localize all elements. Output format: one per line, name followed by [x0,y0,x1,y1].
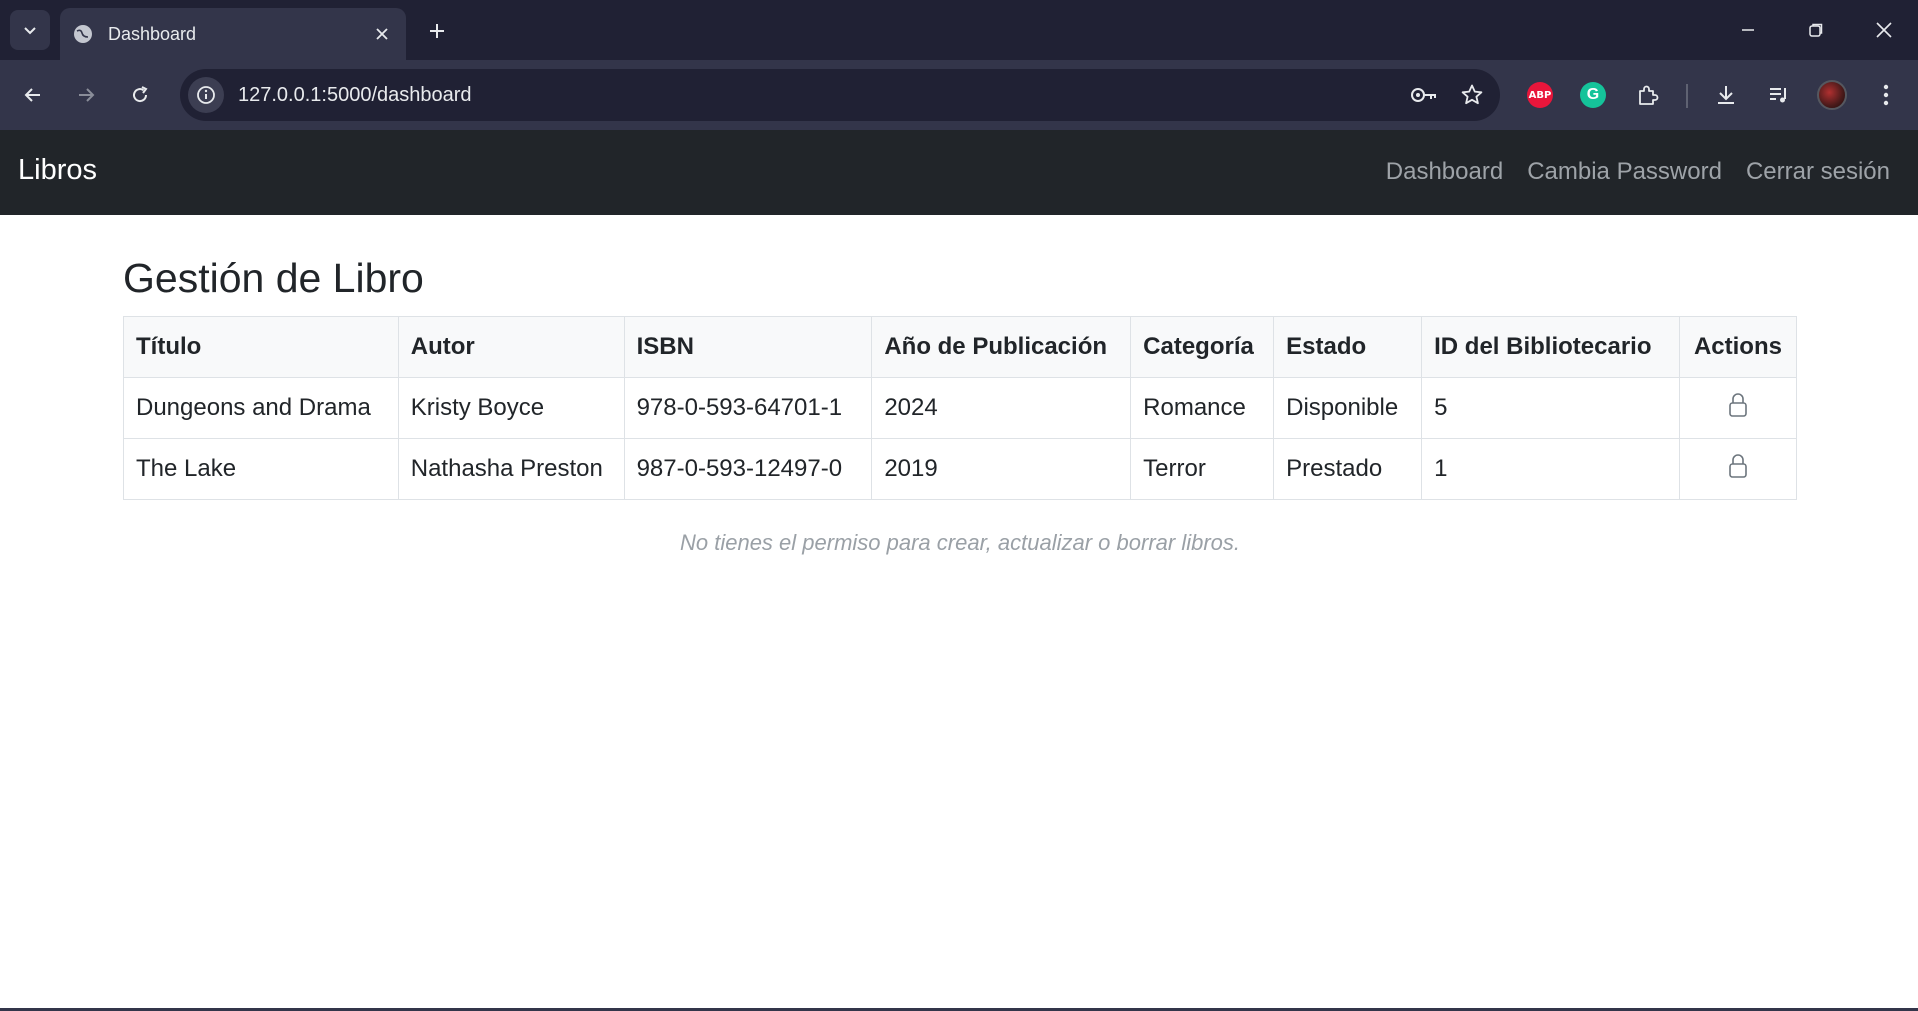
cell-librarian-id: 5 [1421,377,1680,439]
cell-year: 2024 [871,377,1132,439]
address-bar[interactable]: 127.0.0.1:5000/dashboard [180,69,1500,121]
minimize-icon [1742,29,1754,31]
nav-link-change-password[interactable]: Cambia Password [1527,158,1722,186]
close-tab-icon[interactable] [370,22,394,46]
new-tab-button[interactable] [420,14,454,48]
extensions-button[interactable] [1628,75,1668,115]
arrow-left-icon [24,88,40,102]
adblock-extension-button[interactable]: ABP [1520,75,1560,115]
avatar [1817,80,1847,110]
table-header-row: Título Autor ISBN Año de Publicación Cat… [123,316,1798,378]
cell-isbn: 978-0-593-64701-1 [623,377,873,439]
lock-icon [1728,392,1748,418]
tab-title: Dashboard [108,23,197,44]
puzzle-icon [1639,85,1659,105]
download-icon [1718,86,1734,104]
navbar-brand[interactable]: Libros [18,154,97,187]
cell-category: Romance [1130,377,1275,439]
page-title: Gestión de Libro [123,255,424,301]
column-header-isbn: ISBN [623,316,873,378]
cell-librarian-id: 1 [1421,438,1680,500]
column-header-status: Estado [1273,316,1423,378]
playlist-icon [1770,88,1786,103]
media-controls-button[interactable] [1759,75,1799,115]
restore-button[interactable] [1794,8,1838,52]
browser-menu-button[interactable] [1866,75,1906,115]
plus-icon [430,24,444,38]
main-content: Gestión de Libro Título Autor ISBN Año d… [123,215,1798,556]
cell-year: 2019 [871,438,1132,500]
cell-category: Terror [1130,438,1275,500]
browser-tabstrip: Dashboard [0,0,1918,60]
close-window-button[interactable] [1862,8,1906,52]
more-vertical-icon [1883,84,1889,106]
globe-icon [72,23,94,45]
profile-button[interactable] [1812,75,1852,115]
site-info-button[interactable] [188,77,224,113]
chevron-down-icon [24,27,36,35]
minimize-button[interactable] [1726,8,1770,52]
grammarly-icon: G [1580,82,1606,108]
adblock-icon: ABP [1527,82,1553,108]
cell-actions [1678,438,1798,500]
column-header-title: Título [123,316,399,378]
column-header-year: Año de Publicación [871,316,1132,378]
browser-toolbar: 127.0.0.1:5000/dashboard ABP G [0,60,1918,130]
downloads-button[interactable] [1706,75,1746,115]
lock-icon [1728,453,1748,479]
cell-status: Disponible [1273,377,1423,439]
close-icon [1876,22,1892,38]
books-table: Título Autor ISBN Año de Publicación Cat… [123,316,1798,500]
reload-icon [133,86,148,103]
column-header-actions: Actions [1678,316,1798,378]
cell-actions [1678,377,1798,439]
password-key-button[interactable] [1404,75,1444,115]
column-header-author: Autor [397,316,625,378]
nav-link-dashboard[interactable]: Dashboard [1386,158,1503,186]
key-icon [1411,88,1436,102]
info-icon [197,86,215,104]
cell-author: Nathasha Preston [397,438,625,500]
navbar-links: Dashboard Cambia Password Cerrar sesión [1386,158,1890,186]
table-row: Dungeons and Drama Kristy Boyce 978-0-59… [123,377,1798,439]
table-row: The Lake Nathasha Preston 987-0-593-1249… [123,438,1798,500]
bookmark-button[interactable] [1452,75,1492,115]
url-text[interactable]: 127.0.0.1:5000/dashboard [238,84,1404,107]
column-header-category: Categoría [1130,316,1275,378]
back-button[interactable] [12,74,54,116]
cell-title: Dungeons and Drama [123,377,399,439]
cell-author: Kristy Boyce [397,377,625,439]
reload-button[interactable] [119,74,161,116]
restore-icon [1809,23,1823,37]
cell-isbn: 987-0-593-12497-0 [623,438,873,500]
grammarly-extension-button[interactable]: G [1573,75,1613,115]
permission-notice: No tienes el permiso para crear, actuali… [679,530,1241,555]
forward-button[interactable] [65,74,107,116]
column-header-librarian-id: ID del Bibliotecario [1421,316,1680,378]
toolbar-divider [1686,84,1688,108]
browser-tab-dashboard[interactable]: Dashboard [60,8,406,60]
arrow-right-icon [79,88,95,102]
app-navbar: Libros Dashboard Cambia Password Cerrar … [0,130,1918,215]
cell-title: The Lake [123,438,399,500]
nav-link-logout[interactable]: Cerrar sesión [1746,158,1890,186]
tab-search-button[interactable] [10,10,50,50]
cell-status: Prestado [1273,438,1423,500]
star-icon [1461,84,1483,105]
